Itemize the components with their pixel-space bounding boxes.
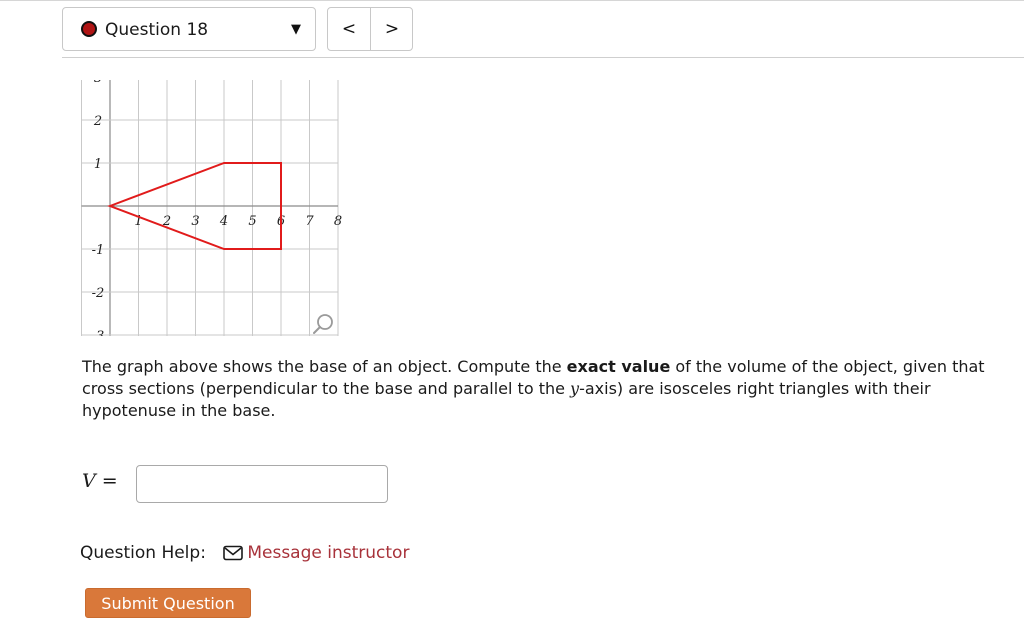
message-instructor-label: Message instructor bbox=[247, 543, 410, 563]
graph: 12345678321-1-2-3 bbox=[80, 71, 350, 344]
problem-variable: y bbox=[570, 379, 580, 398]
question-label: Question 18 bbox=[105, 20, 209, 40]
answer-input[interactable] bbox=[136, 465, 388, 503]
status-dot-icon bbox=[81, 21, 97, 37]
x-tick-label: 3 bbox=[191, 214, 199, 229]
x-tick-label: 5 bbox=[248, 214, 256, 229]
y-tick-label: -2 bbox=[92, 286, 105, 301]
tick-labels: 12345678321-1-2-3 bbox=[92, 71, 342, 344]
y-tick-label: 2 bbox=[93, 114, 102, 129]
question-help: Question Help: Message instructor bbox=[80, 543, 409, 563]
y-tick-label: -3 bbox=[92, 329, 105, 336]
question-select[interactable]: Question 18 ▼ bbox=[62, 7, 316, 51]
graph-svg: 12345678321-1-2-3 bbox=[81, 71, 342, 344]
mail-icon bbox=[223, 545, 244, 561]
y-tick-label: 1 bbox=[94, 157, 102, 172]
answer-label: V = bbox=[82, 470, 118, 492]
next-question-button[interactable]: > bbox=[371, 8, 413, 50]
x-tick-label: 7 bbox=[305, 214, 314, 229]
answer-variable: V bbox=[82, 470, 96, 492]
message-instructor-link[interactable]: Message instructor bbox=[223, 543, 409, 563]
y-tick-label: 3 bbox=[94, 80, 102, 86]
prev-question-button[interactable]: < bbox=[328, 8, 370, 50]
problem-text-1: The graph above shows the base of an obj… bbox=[82, 357, 567, 376]
magnifier-icon[interactable] bbox=[313, 314, 333, 334]
question-help-label: Question Help: bbox=[80, 543, 206, 563]
answer-equals: = bbox=[95, 470, 118, 492]
dropdown-caret-icon: ▼ bbox=[291, 22, 301, 37]
question-nav: < > bbox=[327, 7, 413, 51]
x-tick-label: 4 bbox=[219, 214, 228, 229]
problem-text: The graph above shows the base of an obj… bbox=[82, 356, 987, 422]
x-tick-label: 8 bbox=[334, 214, 342, 229]
header-divider bbox=[62, 57, 1024, 58]
grid-lines bbox=[81, 76, 339, 336]
top-border bbox=[0, 0, 1024, 1]
problem-emphasis: exact value bbox=[566, 357, 671, 376]
y-tick-label: -1 bbox=[92, 243, 105, 258]
submit-question-button[interactable]: Submit Question bbox=[85, 588, 251, 618]
